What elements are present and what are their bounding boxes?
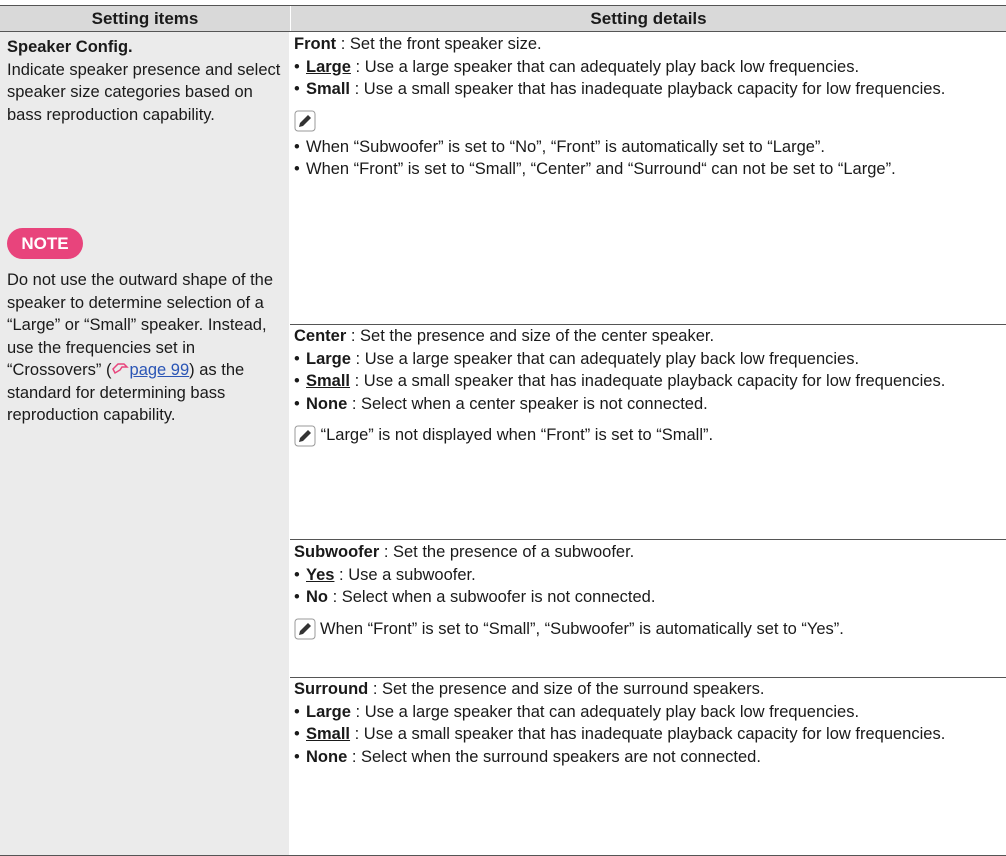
center-small-label: Small — [306, 372, 351, 390]
row-separator — [290, 539, 1006, 540]
surround-section: Surround : Set the presence and size of … — [294, 678, 1006, 768]
setting-item-description: Indicate speaker presence and select spe… — [7, 60, 281, 124]
pencil-icon — [294, 110, 1006, 136]
surround-none-label: None — [306, 747, 348, 766]
page-reference-icon — [111, 359, 130, 382]
page-link[interactable]: page 99 — [130, 361, 190, 379]
front-large-label: Large — [306, 57, 351, 76]
surround-large-label: Large — [306, 702, 351, 721]
header-setting-items: Setting items — [91, 8, 199, 28]
subwoofer-desc: : Set the presence of a subwoofer. — [379, 543, 635, 561]
center-small-text: : Use a small speaker that has inadequat… — [350, 372, 946, 390]
subwoofer-no-text: : Select when a subwoofer is not connect… — [328, 588, 656, 606]
table-header: Setting items Setting details — [0, 5, 1006, 32]
subwoofer-no-label: No — [306, 588, 328, 606]
surround-large-text: : Use a large speaker that can adequatel… — [350, 702, 860, 721]
front-small-text: : Use a small speaker that has inadequat… — [350, 80, 946, 98]
setting-item-title: Speaker Config. — [7, 38, 133, 56]
center-section: Center : Set the presence and size of th… — [294, 325, 1006, 447]
setting-items-column — [0, 32, 289, 856]
subwoofer-label: Subwoofer — [294, 543, 380, 561]
surround-small-label: Small — [306, 725, 351, 743]
front-small-label: Small — [306, 80, 351, 98]
front-label: Front — [294, 35, 337, 53]
front-large-text: : Use a large speaker that can adequatel… — [350, 57, 860, 76]
surround-none-text: : Select when the surround speakers are … — [347, 747, 761, 766]
center-none-text: : Select when a center speaker is not co… — [347, 394, 708, 413]
note-text: Do not use the outward shape of the spea… — [7, 269, 289, 427]
center-label: Center — [294, 327, 347, 345]
front-desc: : Set the front speaker size. — [336, 35, 542, 53]
center-desc: : Set the presence and size of the cente… — [346, 327, 715, 345]
front-note-2: When “Front” is set to “Small”, “Center”… — [294, 158, 1006, 181]
setting-item-speaker-config: Speaker Config. Indicate speaker presenc… — [7, 36, 289, 126]
subwoofer-yes-label: Yes — [306, 565, 335, 584]
surround-label: Surround — [294, 680, 369, 698]
pencil-icon — [294, 618, 316, 639]
center-none-label: None — [306, 394, 348, 413]
front-note-1: When “Subwoofer” is set to “No”, “Front”… — [294, 136, 1006, 159]
subwoofer-section: Subwoofer : Set the presence of a subwoo… — [294, 541, 1006, 640]
surround-desc: : Set the presence and size of the surro… — [368, 680, 765, 698]
surround-small-text: : Use a small speaker that has inadequat… — [350, 725, 946, 743]
front-section: Front : Set the front speaker size. Larg… — [294, 33, 1006, 181]
subwoofer-note: When “Front” is set to “Small”, “Subwoof… — [320, 619, 844, 638]
column-divider — [289, 32, 290, 856]
pencil-icon — [294, 425, 316, 447]
center-large-text: : Use a large speaker that can adequatel… — [350, 349, 860, 368]
header-setting-details: Setting details — [290, 6, 1006, 31]
note-badge: NOTE — [7, 228, 83, 259]
center-note: “Large” is not displayed when “Front” is… — [320, 426, 714, 444]
subwoofer-yes-text: : Use a subwoofer. — [334, 565, 476, 584]
center-large-label: Large — [306, 349, 351, 368]
